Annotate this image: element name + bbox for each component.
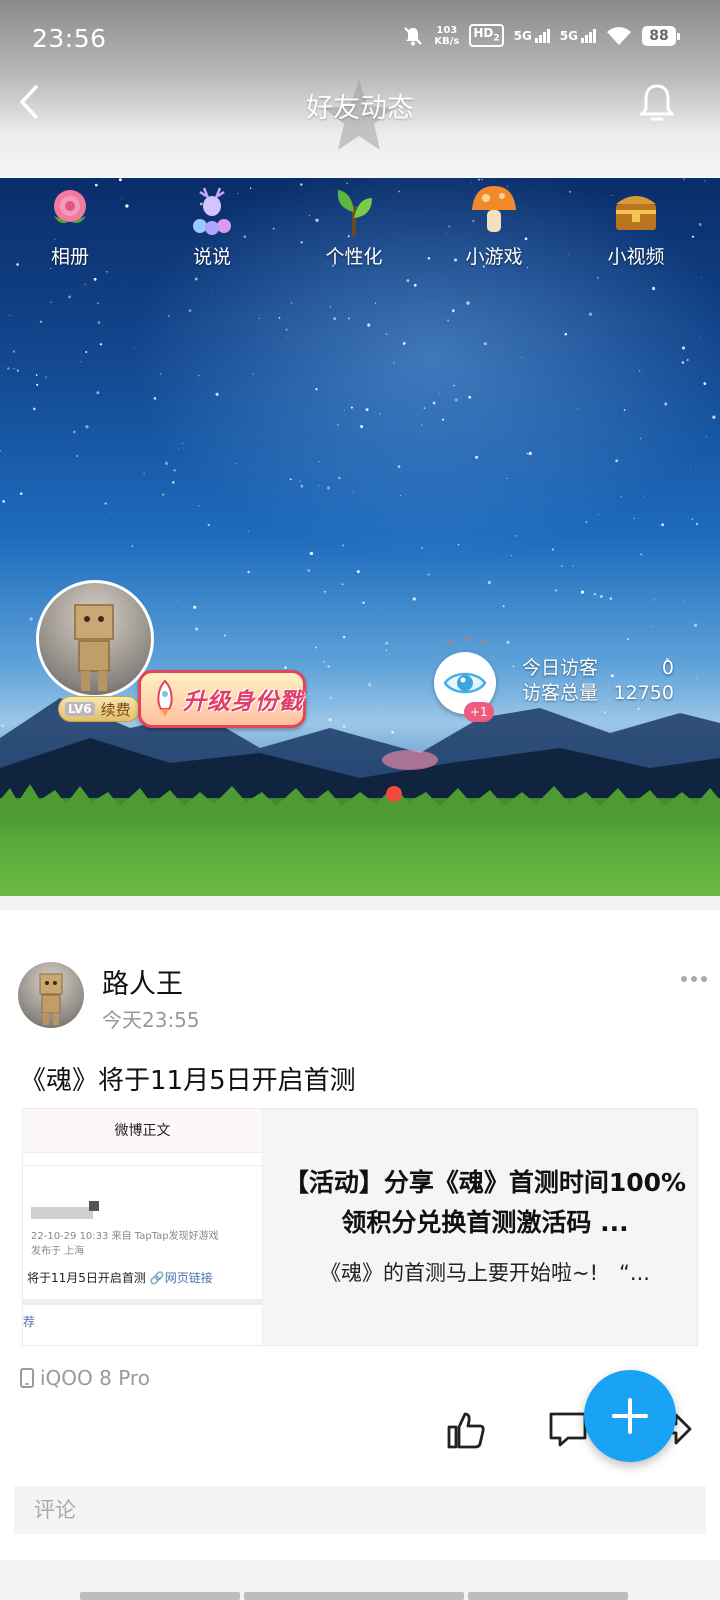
next-item-preview bbox=[468, 1592, 628, 1600]
treasure-chest-icon bbox=[616, 196, 656, 230]
today-visitors-label: 今日访客 bbox=[522, 657, 599, 679]
page-title: 好友动态 bbox=[306, 93, 414, 124]
post-author-avatar[interactable] bbox=[18, 962, 84, 1028]
eye-icon bbox=[443, 672, 487, 694]
wifi-icon bbox=[607, 26, 631, 45]
bell-icon[interactable] bbox=[636, 82, 678, 124]
nav-item-moments[interactable]: 说说 bbox=[162, 178, 262, 282]
today-visitors-count: 0 bbox=[661, 657, 674, 679]
thumb-meta: 22-10-29 10:33 来自 TapTap发现好游戏 发布于 上海 bbox=[31, 1231, 219, 1257]
nav-item-short-video[interactable]: 小视频 bbox=[586, 178, 686, 282]
nav-item-mini-games[interactable]: 小游戏 bbox=[444, 178, 544, 282]
mushroom-icon bbox=[472, 186, 516, 232]
nav-label: 小视频 bbox=[607, 246, 665, 268]
total-visitors-count: 12750 bbox=[613, 682, 674, 704]
nav-item-album[interactable]: 相册 bbox=[20, 178, 120, 282]
status-time: 23:56 bbox=[32, 24, 107, 53]
post-author-name[interactable]: 路人王 bbox=[102, 962, 183, 1001]
notification-dot bbox=[386, 786, 402, 802]
post-timestamp: 今天23:55 bbox=[102, 1008, 200, 1032]
section-divider bbox=[0, 896, 720, 910]
nav-label: 说说 bbox=[192, 246, 231, 268]
cardboard-robot-avatar-image bbox=[39, 973, 63, 1025]
phone-icon bbox=[20, 1368, 34, 1388]
thumb-recommend: 荐 bbox=[23, 1315, 36, 1329]
new-visitor-badge: +1 bbox=[464, 702, 494, 722]
nav-label: 小游戏 bbox=[465, 246, 523, 268]
next-item-preview bbox=[244, 1592, 464, 1600]
top-bar: 23:56 103 KB/s HD2 5G 5G 88 好友动态 bbox=[0, 0, 720, 178]
create-post-button[interactable] bbox=[584, 1370, 676, 1462]
visitor-stars-icon bbox=[446, 634, 488, 646]
vip-level-badge[interactable]: LV6 续费 bbox=[58, 696, 140, 722]
next-item-preview bbox=[80, 1592, 240, 1600]
post-text: 《魂》将于11月5日开启首测 bbox=[20, 1066, 356, 1096]
mute-bell-icon bbox=[404, 26, 423, 46]
cardboard-robot-avatar-image bbox=[74, 604, 114, 691]
comment-icon[interactable] bbox=[548, 1410, 588, 1448]
nav-label: 个性化 bbox=[325, 246, 383, 268]
device-tag: iQOO 8 Pro bbox=[20, 1366, 150, 1390]
level-label: LV6 bbox=[65, 702, 95, 716]
total-visitors-label: 访客总量 bbox=[522, 682, 599, 704]
thumb-text: 将于11月5日开启首测 🔗网页链接 bbox=[27, 1271, 213, 1285]
renew-label: 续费 bbox=[100, 700, 131, 719]
link-description: 《魂》的首测马上要开始啦~! “... bbox=[320, 1261, 650, 1285]
hd-indicator: HD2 bbox=[469, 24, 504, 48]
profile-cover: LV6 续费 升级身份戳 +1 今日访客 0 访客总量 12750 相册 说说 … bbox=[0, 178, 720, 896]
comment-input[interactable] bbox=[14, 1486, 706, 1534]
grass-blades bbox=[0, 784, 720, 818]
rose-icon bbox=[54, 190, 86, 224]
nav-label: 相册 bbox=[50, 246, 89, 268]
nav-item-personalize[interactable]: 个性化 bbox=[304, 178, 404, 282]
deer-icon bbox=[193, 187, 231, 235]
thumb-link-icon: 🔗 bbox=[149, 1271, 165, 1285]
upgrade-identity-button[interactable]: 升级身份戳 bbox=[138, 670, 306, 728]
more-options-icon[interactable] bbox=[680, 972, 708, 986]
profile-avatar[interactable] bbox=[36, 580, 154, 698]
sprout-icon bbox=[337, 190, 372, 236]
upgrade-label: 升级身份戳 bbox=[183, 689, 303, 715]
link-thumbnail: 微博正文 22-10-29 10:33 来自 TapTap发现好游戏 发布于 上… bbox=[23, 1109, 263, 1345]
battery-indicator: 88 bbox=[642, 25, 680, 46]
signal-5g-1: 5G bbox=[514, 28, 550, 43]
link-title: 【活动】分享《魂》首测时间100%领积分兑换首测激活码 ... bbox=[283, 1168, 687, 1237]
signal-5g-2: 5G bbox=[560, 28, 596, 43]
thumbs-up-icon[interactable] bbox=[446, 1410, 486, 1450]
rocket-icon bbox=[157, 679, 173, 717]
plus-icon bbox=[612, 1398, 648, 1434]
device-name: iQOO 8 Pro bbox=[40, 1366, 150, 1390]
visitor-stats[interactable]: 今日访客 0 访客总量 12750 bbox=[522, 656, 674, 706]
thumb-header: 微博正文 bbox=[23, 1109, 262, 1153]
network-speed: 103 KB/s bbox=[434, 24, 460, 47]
status-icons: 103 KB/s HD2 5G 5G 88 bbox=[402, 24, 680, 48]
shared-link-card[interactable]: 微博正文 22-10-29 10:33 来自 TapTap发现好游戏 发布于 上… bbox=[22, 1108, 698, 1346]
